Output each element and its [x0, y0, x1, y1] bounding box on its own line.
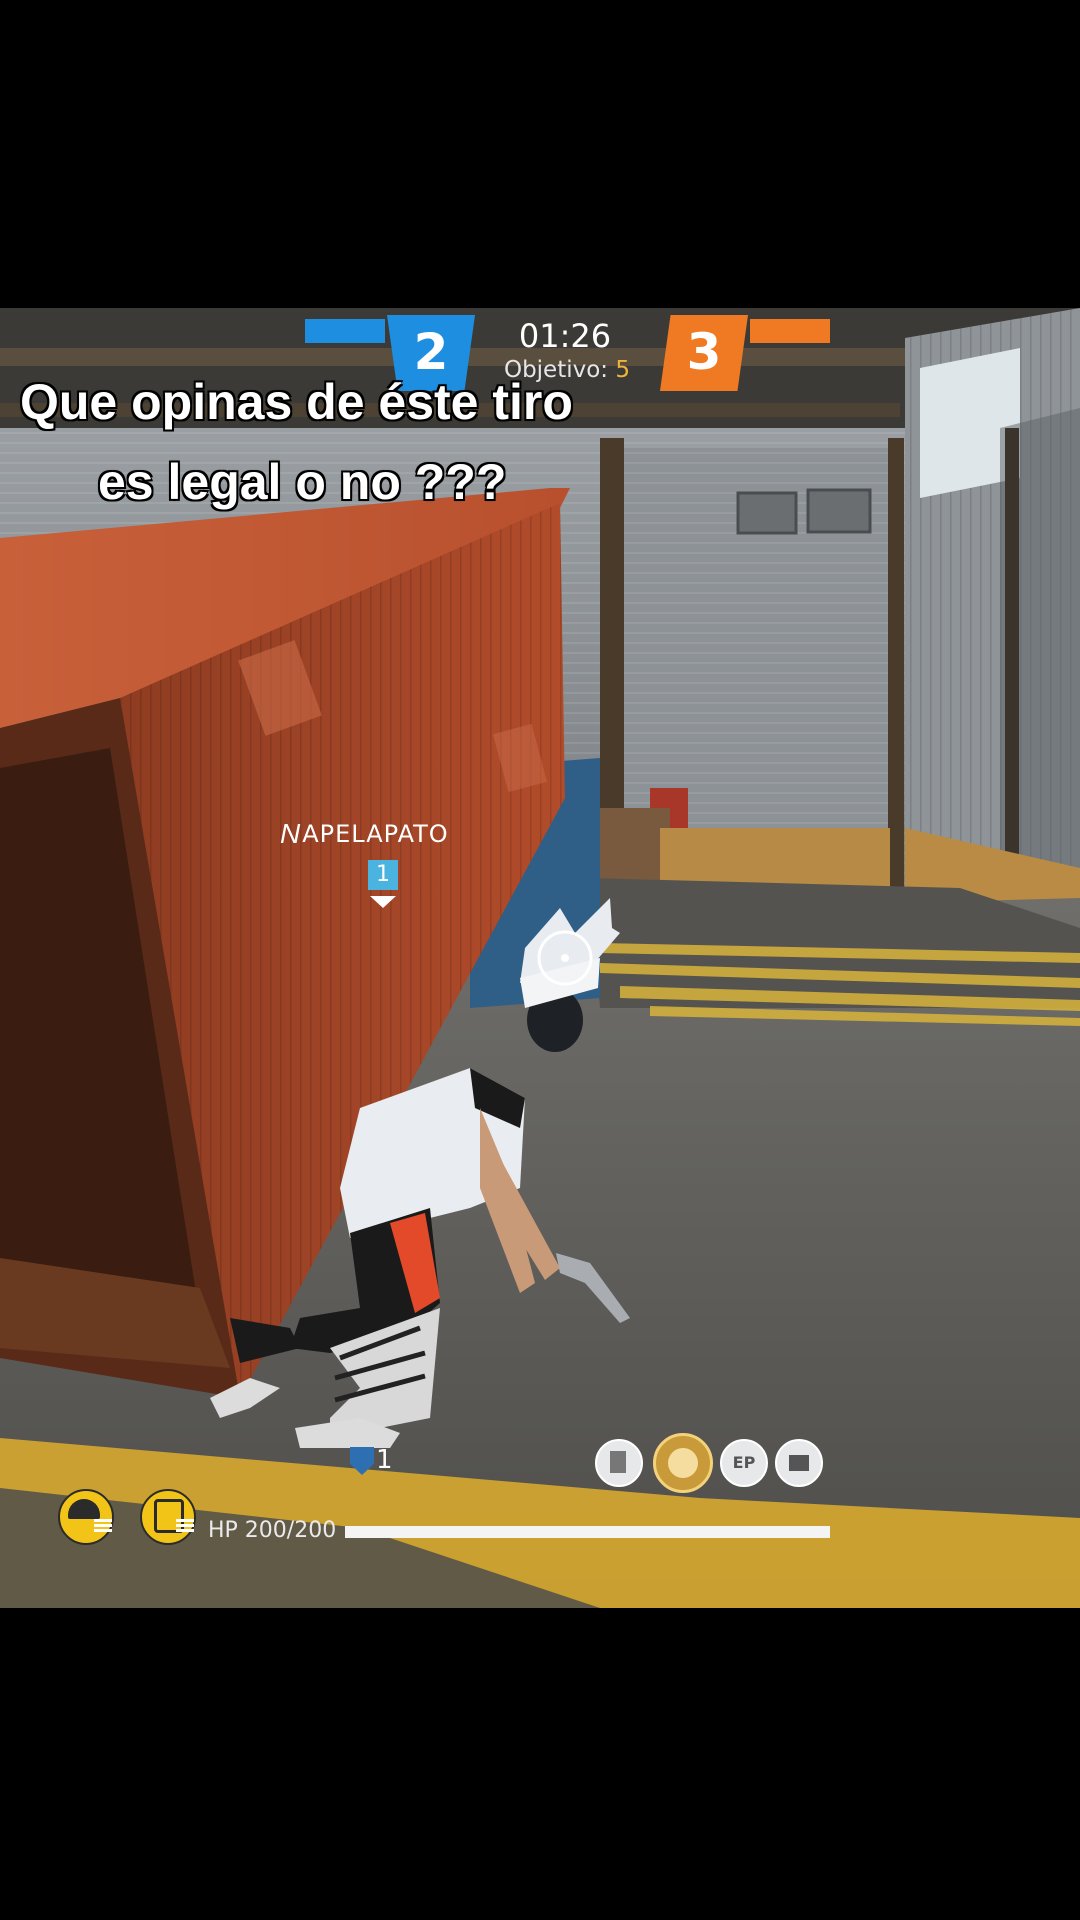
hp-bar [345, 1526, 830, 1538]
teammate-pointer-icon [370, 896, 396, 908]
objective-value: 5 [615, 357, 631, 383]
caption-line-1: Que opinas de éste tiro [20, 374, 573, 430]
match-timer: 01:26 [518, 317, 612, 355]
teammate-name: APELAPATO [302, 820, 449, 848]
teammate-tag: N APELAPATO 1 [280, 818, 500, 908]
character-skill-icon[interactable] [653, 1433, 713, 1493]
gloo-wall-icon[interactable] [595, 1439, 643, 1487]
helmet-icon [58, 1485, 118, 1545]
teammate-marker: 1 [368, 860, 398, 890]
teammate-rank-icon: N [280, 818, 301, 849]
orange-team-score: 3 [686, 323, 722, 381]
caption-line-2: es legal o no ??? [98, 454, 507, 510]
orange-team-badge: 3 [660, 315, 748, 391]
squad-shield-icon [350, 1447, 374, 1475]
vest-icon [140, 1485, 200, 1545]
item-slots: EP [595, 1433, 835, 1493]
game-viewport: 2 01:26 Objetivo: 5 3 Que opinas de éste… [0, 308, 1080, 1608]
ep-label: EP [732, 1453, 756, 1472]
orange-team-bar [750, 319, 830, 343]
player-squad-tag: 1 [350, 1443, 400, 1483]
medkit-icon[interactable] [775, 1439, 823, 1487]
hp-bar-fill [345, 1526, 830, 1538]
ep-icon[interactable]: EP [720, 1439, 768, 1487]
blue-team-bar [305, 319, 385, 343]
hp-label: HP 200/200 [208, 1518, 337, 1543]
player-squad-number: 1 [376, 1445, 393, 1475]
